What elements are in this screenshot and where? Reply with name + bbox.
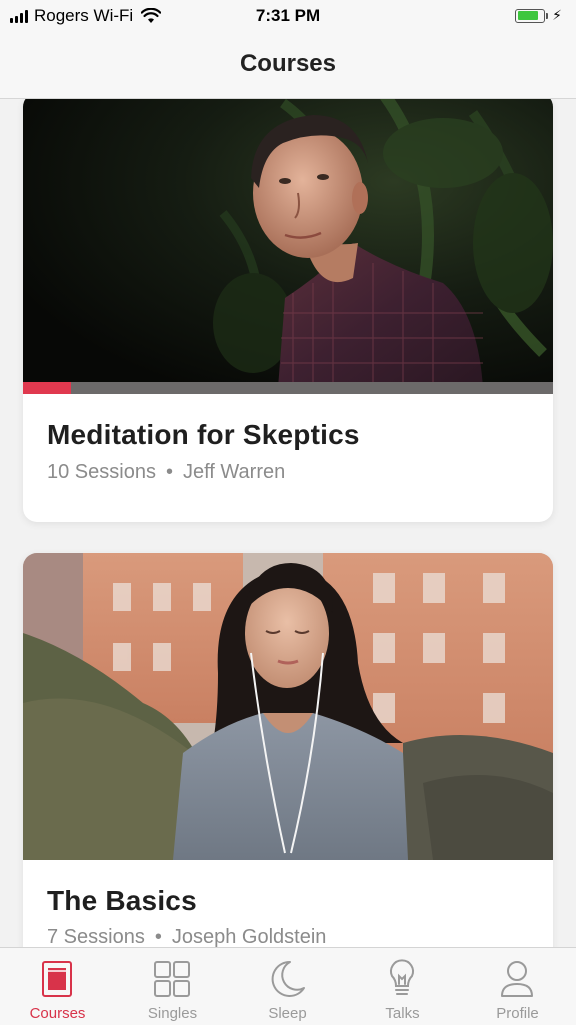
- tab-courses[interactable]: Courses: [0, 948, 115, 1025]
- course-progress-bar: [23, 382, 553, 394]
- courses-list[interactable]: Meditation for Skeptics 10 Sessions • Jeff…: [0, 99, 576, 947]
- course-progress-fill: [23, 382, 71, 394]
- course-author: Jeff Warren: [182, 461, 286, 483]
- person-icon: [501, 961, 533, 997]
- moon-icon: [271, 960, 305, 997]
- tab-label: Singles: [147, 1005, 198, 1022]
- courses-icon: [42, 961, 72, 997]
- session-count: 7 Sessions: [47, 926, 145, 947]
- meta-separator: •: [165, 461, 173, 483]
- page-title: Courses: [239, 50, 337, 77]
- singles-grid-icon: [154, 961, 190, 997]
- course-meta: 7 Sessions • Joseph Goldstein: [47, 926, 326, 947]
- course-card-the-basics[interactable]: The Basics 7 Sessions • Joseph Goldstein: [23, 553, 553, 947]
- status-bar: Rogers Wi-Fi 7:31 PM ⚡: [0, 0, 576, 34]
- course-card-meditation-for-skeptics[interactable]: Meditation for Skeptics 10 Sessions • Jeff…: [23, 99, 553, 522]
- battery-icon: [515, 8, 546, 23]
- course-image-jeff-warren: [23, 99, 553, 388]
- clock: 7:31 PM: [255, 6, 321, 25]
- course-author: Joseph Goldstein: [171, 926, 327, 947]
- tab-talks[interactable]: Talks: [345, 948, 460, 1025]
- tab-label: Courses: [29, 1005, 86, 1022]
- tab-bar: Courses Singles Sleep Talks Profile: [0, 947, 576, 1025]
- charging-bolt-icon: ⚡: [552, 7, 562, 23]
- course-image-the-basics: [23, 553, 553, 860]
- navigation-bar: Courses: [0, 34, 576, 99]
- meta-separator: •: [154, 926, 162, 947]
- tab-label: Sleep: [268, 1005, 307, 1022]
- tab-profile[interactable]: Profile: [460, 948, 575, 1025]
- tab-label: Profile: [496, 1005, 539, 1022]
- course-meta: 10 Sessions • Jeff Warren: [47, 461, 285, 484]
- tab-sleep[interactable]: Sleep: [230, 948, 345, 1025]
- lightbulb-icon: [390, 959, 414, 995]
- tab-label: Talks: [385, 1005, 420, 1022]
- tab-singles[interactable]: Singles: [115, 948, 230, 1025]
- battery-indicator: ⚡: [515, 7, 562, 24]
- session-count: 10 Sessions: [47, 461, 156, 483]
- course-title: Meditation for Skeptics: [47, 419, 360, 450]
- course-title: The Basics: [47, 885, 197, 916]
